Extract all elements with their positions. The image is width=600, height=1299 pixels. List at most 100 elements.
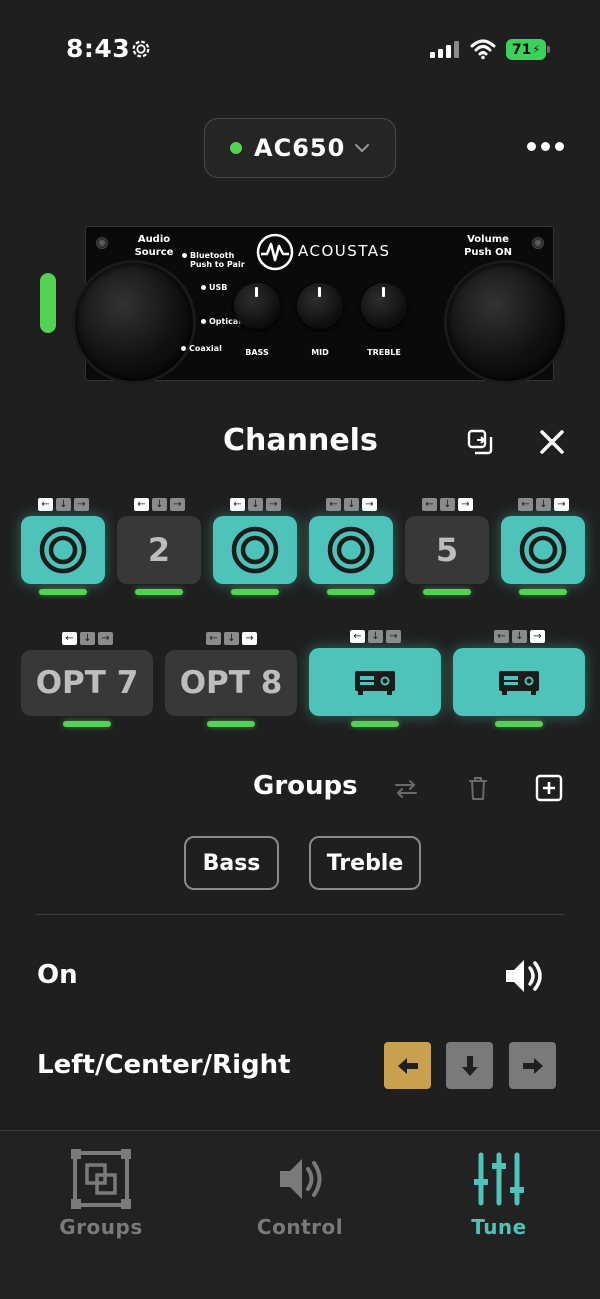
channel-tile-ch5[interactable]: 5 — [405, 516, 489, 584]
channel-tile-rcv1[interactable] — [309, 648, 441, 716]
arrow-right-icon[interactable]: → — [386, 630, 401, 643]
connected-status-dot — [230, 142, 242, 154]
channel-active-bar — [519, 589, 567, 595]
tab-control[interactable]: Control — [220, 1149, 380, 1239]
arrow-down-icon[interactable]: ↓ — [224, 632, 239, 645]
channel-direction-arrows[interactable]: ← ↓ → — [518, 498, 569, 511]
channel-tile-rcv2[interactable] — [453, 648, 585, 716]
channel-direction-arrows[interactable]: ← ↓ → — [62, 632, 113, 645]
arrow-right-icon[interactable]: → — [266, 498, 281, 511]
channel-tile-ch4[interactable] — [309, 516, 393, 584]
audio-source-knob[interactable] — [75, 263, 193, 381]
divider — [36, 914, 564, 915]
channel-active-bar — [231, 589, 279, 595]
arrow-down-icon[interactable]: ↓ — [80, 632, 95, 645]
groups-title: Groups — [253, 771, 358, 801]
volume-knob[interactable] — [447, 263, 565, 381]
audio-source-label: Audio Source — [134, 234, 174, 258]
treble-knob[interactable] — [361, 283, 407, 329]
channel-direction-arrows[interactable]: ← ↓ → — [38, 498, 89, 511]
arrow-down-icon[interactable]: ↓ — [344, 498, 359, 511]
speaker-icon — [39, 526, 87, 574]
status-time: 8:43 — [66, 34, 131, 63]
right-button[interactable] — [509, 1042, 556, 1089]
channel-direction-arrows[interactable]: ← ↓ → — [494, 630, 545, 643]
acoustas-logo-icon — [256, 233, 294, 271]
arrow-right-icon[interactable]: → — [98, 632, 113, 645]
mid-knob[interactable] — [297, 283, 343, 329]
speaker-icon — [519, 526, 567, 574]
group-chip-treble[interactable]: Treble — [309, 836, 421, 890]
groups-icon — [71, 1149, 131, 1209]
tab-groups[interactable]: Groups — [21, 1149, 181, 1239]
screw-icon — [96, 237, 108, 249]
channel-label: OPT 7 — [35, 665, 139, 701]
left-button[interactable] — [384, 1042, 431, 1089]
arrow-left-icon[interactable]: ← — [518, 498, 533, 511]
group-chip-bass[interactable]: Bass — [184, 836, 279, 890]
arrow-right-icon[interactable]: → — [170, 498, 185, 511]
more-options-button[interactable] — [527, 142, 564, 151]
channel-direction-arrows[interactable]: ← ↓ → — [230, 498, 281, 511]
arrow-down-icon[interactable]: ↓ — [152, 498, 167, 511]
arrow-left-icon[interactable]: ← — [62, 632, 77, 645]
chevron-down-icon — [355, 144, 369, 153]
device-selector[interactable]: AC650 — [204, 118, 396, 178]
channel-direction-arrows[interactable]: ← ↓ → — [350, 630, 401, 643]
close-icon[interactable] — [538, 428, 566, 456]
source-coaxial: Coaxial — [181, 344, 222, 353]
tab-bar: Groups Control Tune — [0, 1130, 600, 1299]
copy-icon[interactable] — [466, 428, 494, 456]
arrow-left-icon[interactable]: ← — [494, 630, 509, 643]
arrow-down-icon[interactable]: ↓ — [248, 498, 263, 511]
channels-title: Channels — [223, 423, 378, 458]
battery-indicator: 71 ⚡ — [506, 39, 546, 60]
center-button[interactable] — [446, 1042, 493, 1089]
speaker-icon — [327, 526, 375, 574]
channel-direction-arrows[interactable]: ← ↓ → — [134, 498, 185, 511]
arrow-right-icon[interactable]: → — [554, 498, 569, 511]
add-group-icon[interactable] — [535, 774, 563, 802]
screw-icon — [532, 237, 544, 249]
arrow-down-icon[interactable]: ↓ — [56, 498, 71, 511]
channel-label: 5 — [435, 531, 459, 569]
channel-direction-arrows[interactable]: ← ↓ → — [326, 498, 377, 511]
channel-direction-arrows[interactable]: ← ↓ → — [422, 498, 473, 511]
speaker-volume-icon[interactable] — [502, 954, 546, 998]
arrow-right-icon[interactable]: → — [362, 498, 377, 511]
arrow-right-icon[interactable]: → — [458, 498, 473, 511]
arrow-left-icon[interactable]: ← — [134, 498, 149, 511]
arrow-left-icon[interactable]: ← — [38, 498, 53, 511]
tab-control-label: Control — [256, 1215, 344, 1239]
channel-tile-ch6[interactable] — [501, 516, 585, 584]
arrow-down-icon[interactable]: ↓ — [368, 630, 383, 643]
channel-direction-arrows[interactable]: ← ↓ → — [206, 632, 257, 645]
channel-tile-ch2[interactable]: 2 — [117, 516, 201, 584]
arrow-right-icon[interactable]: → — [74, 498, 89, 511]
arrow-down-icon[interactable]: ↓ — [536, 498, 551, 511]
arrow-left-icon[interactable]: ← — [230, 498, 245, 511]
arrow-right-icon[interactable]: → — [530, 630, 545, 643]
lcr-label: Left/Center/Right — [37, 1050, 291, 1080]
sliders-icon — [474, 1152, 524, 1206]
battery-level: 71 — [511, 41, 532, 58]
channel-tile-ch1[interactable] — [21, 516, 105, 584]
channel-tile-opt8[interactable]: OPT 8 — [165, 650, 297, 716]
gear-icon — [132, 40, 150, 58]
trash-icon[interactable] — [464, 774, 492, 802]
arrow-left-icon[interactable]: ← — [350, 630, 365, 643]
on-label: On — [37, 960, 78, 990]
arrow-down-icon[interactable]: ↓ — [440, 498, 455, 511]
channel-active-bar — [495, 721, 543, 727]
channel-tile-ch3[interactable] — [213, 516, 297, 584]
bass-knob[interactable] — [234, 283, 280, 329]
arrow-left-icon[interactable]: ← — [422, 498, 437, 511]
mid-label: MID — [311, 348, 329, 357]
arrow-left-icon[interactable]: ← — [206, 632, 221, 645]
swap-icon[interactable] — [392, 775, 420, 803]
tab-tune[interactable]: Tune — [419, 1149, 579, 1239]
arrow-down-icon[interactable]: ↓ — [512, 630, 527, 643]
channel-tile-opt7[interactable]: OPT 7 — [21, 650, 153, 716]
arrow-right-icon[interactable]: → — [242, 632, 257, 645]
arrow-left-icon[interactable]: ← — [326, 498, 341, 511]
